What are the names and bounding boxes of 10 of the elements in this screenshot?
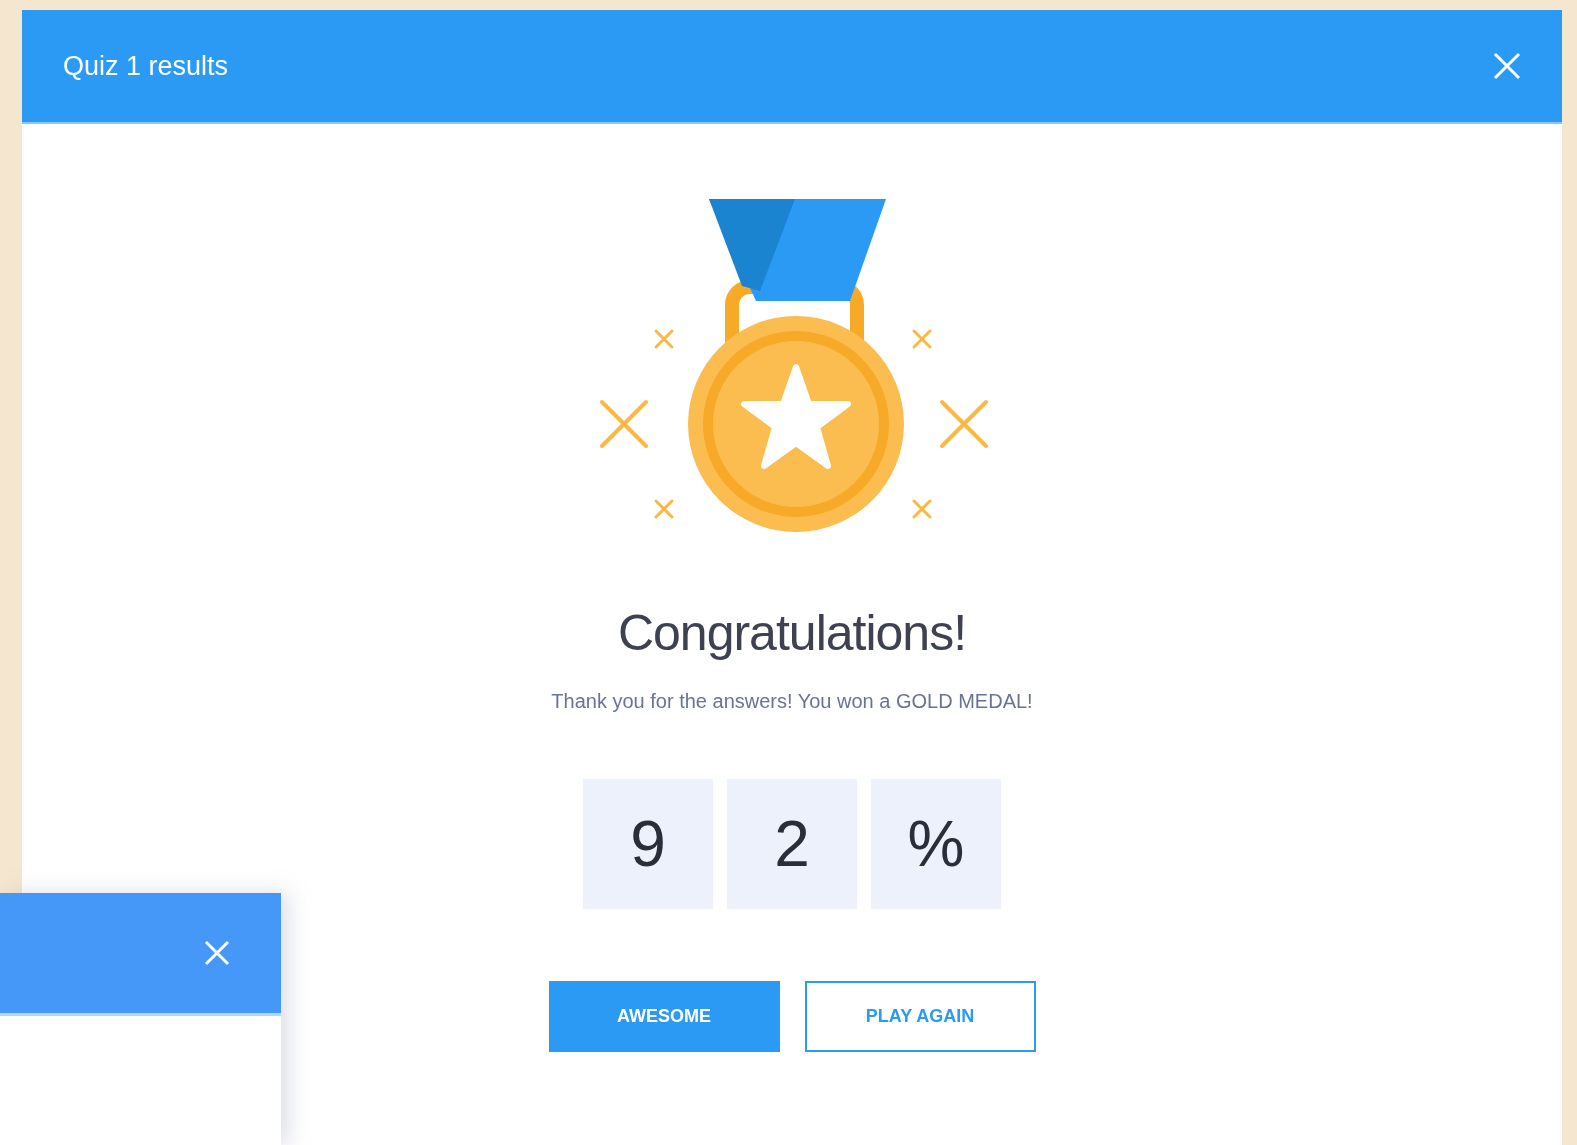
awesome-button[interactable]: AWESOME (548, 981, 780, 1052)
dialog-title: Quiz 1 results (63, 50, 229, 82)
result-message: Thank you for the answers! You won a GOLD MEDAL! (551, 690, 1033, 713)
score-digit: % (871, 779, 1001, 909)
close-icon[interactable] (1492, 51, 1522, 81)
play-again-button[interactable]: PLAY AGAIN (804, 981, 1036, 1052)
congratulations-heading: Congratulations! (617, 604, 967, 662)
score-digit: 9 (583, 779, 713, 909)
score-digit: 2 (727, 779, 857, 909)
close-icon[interactable] (203, 939, 231, 967)
